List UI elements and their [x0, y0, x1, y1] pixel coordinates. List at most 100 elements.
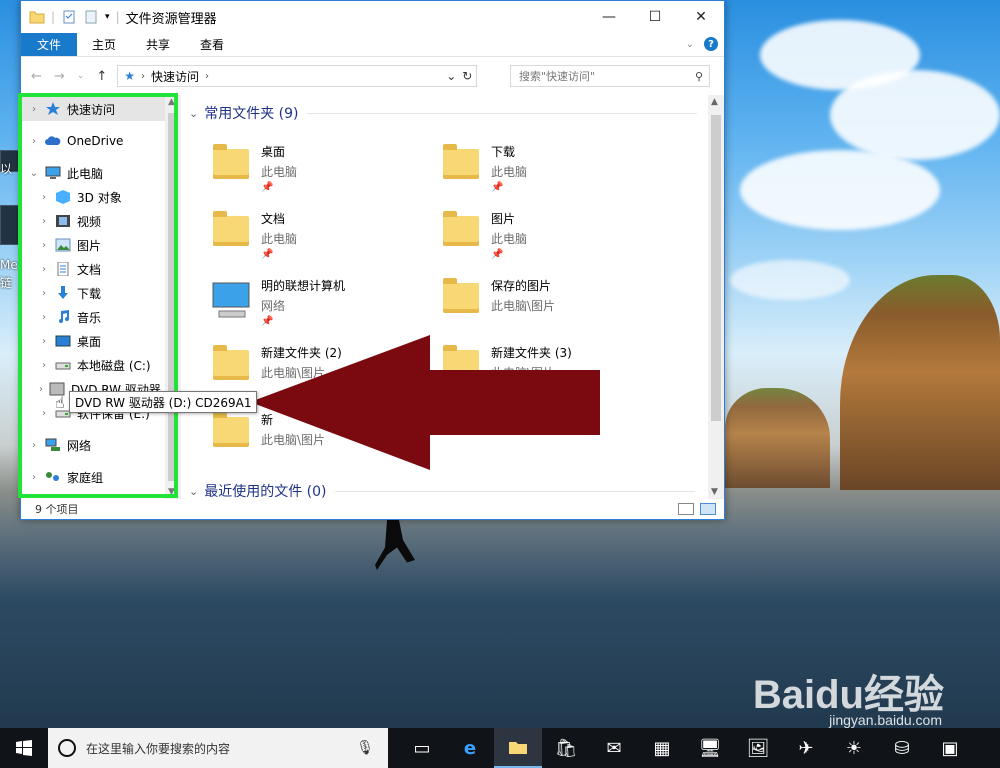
window-title: 文件资源管理器	[125, 11, 217, 27]
folder-location: 此电脑	[491, 232, 528, 246]
back-icon[interactable]: ←	[31, 69, 42, 84]
search-icon: ⚲	[694, 69, 703, 83]
collapse-chevron-icon[interactable]: ⌄	[189, 107, 198, 120]
cortana-icon[interactable]	[58, 739, 76, 757]
properties-icon[interactable]	[61, 10, 77, 24]
tab-view[interactable]: 查看	[185, 33, 239, 56]
store-icon[interactable]: 🛍	[542, 728, 590, 768]
folder-name: 保存的图片	[491, 279, 552, 293]
up-icon[interactable]: ↑	[96, 69, 107, 84]
folder-tile[interactable]: 明的联想计算机 网络 📌	[199, 273, 419, 333]
maximize-button[interactable]: ☐	[632, 1, 678, 33]
folder-icon	[209, 210, 253, 254]
ribbon-tabs: 文件 主页 共享 查看 ⌄ ?	[21, 33, 724, 57]
folder-tile[interactable]: 图片此电脑 📌	[429, 206, 649, 266]
close-button[interactable]: ✕	[678, 1, 724, 33]
expand-ribbon-icon[interactable]: ⌄	[686, 39, 694, 50]
folder-icon	[439, 143, 483, 187]
folder-location: 此电脑	[261, 165, 298, 179]
large-icons-view-icon[interactable]	[700, 503, 716, 515]
star-icon: ★	[124, 69, 136, 83]
file-explorer-taskbar-icon[interactable]	[494, 728, 542, 768]
pin-icon[interactable]: 📌	[491, 182, 527, 193]
group-title: 常用文件夹 (9)	[204, 106, 299, 122]
cloud	[730, 260, 850, 300]
presentation-icon[interactable]: ▣	[926, 728, 974, 768]
taskbar-search-placeholder: 在这里输入你要搜索的内容	[86, 741, 231, 756]
windows-logo-icon	[16, 740, 32, 756]
tab-file[interactable]: 文件	[21, 33, 77, 56]
breadcrumb-separator-icon[interactable]: ›	[205, 71, 209, 82]
folder-icon	[209, 143, 253, 187]
folder-tile[interactable]: 文档此电脑 📌	[199, 206, 419, 266]
tab-share[interactable]: 共享	[131, 33, 185, 56]
address-dropdown-icon[interactable]: ⌄	[446, 69, 456, 83]
new-folder-icon[interactable]	[83, 10, 99, 24]
desktop-shortcut-label: Me	[0, 258, 18, 272]
minimize-button[interactable]: —	[586, 1, 632, 33]
collapse-chevron-icon[interactable]: ⌄	[189, 485, 198, 498]
content-scrollbar[interactable]: ▲ ▼	[708, 95, 724, 499]
edge-icon[interactable]: e	[446, 728, 494, 768]
hand-cursor-icon: ☝	[55, 393, 65, 412]
runner-silhouette	[375, 520, 415, 570]
pin-icon[interactable]: 📌	[261, 182, 297, 193]
cloud	[830, 70, 1000, 160]
refresh-icon[interactable]: ↻	[462, 69, 472, 83]
scroll-up-icon[interactable]: ▲	[711, 97, 718, 107]
tab-home[interactable]: 主页	[77, 33, 131, 56]
folder-icon	[29, 11, 45, 24]
folder-location: 网络	[261, 299, 286, 313]
desktop-shortcut-label: 链	[0, 276, 13, 290]
folder-location: 此电脑\图片	[491, 299, 556, 313]
folder-name: 桌面	[261, 145, 286, 159]
paint-icon[interactable]: 🖼	[734, 728, 782, 768]
folder-name: 文档	[261, 212, 286, 226]
taskbar: 在这里输入你要搜索的内容 🎙 ▭ e 🛍 ✉ ▦ 🖥 🖼 ✈ ☀ ⛁ ▣	[0, 728, 1000, 768]
desktop-shortcut-label: 以	[0, 162, 13, 176]
forward-icon[interactable]: →	[54, 69, 65, 84]
pin-icon[interactable]: 📌	[491, 249, 527, 260]
folder-name: 图片	[491, 212, 516, 226]
folder-location: 此电脑	[491, 165, 528, 179]
folder-tile[interactable]: 保存的图片此电脑\图片	[429, 273, 649, 333]
folder-icon	[209, 411, 253, 455]
pin-icon[interactable]: 📌	[261, 249, 297, 260]
content-scroll-thumb[interactable]	[711, 115, 721, 421]
pin-icon[interactable]: 📌	[261, 316, 345, 327]
arrow-shape	[250, 335, 600, 470]
folder-location: 此电脑	[261, 232, 298, 246]
game-icon[interactable]: ✈	[782, 728, 830, 768]
folder-name: 下载	[491, 145, 516, 159]
highlight-box	[18, 93, 178, 498]
group-header-frequent[interactable]: ⌄ 常用文件夹 (9)	[189, 103, 697, 123]
folder-tile[interactable]: 桌面此电脑 📌	[199, 139, 419, 199]
task-view-icon[interactable]: ▭	[398, 728, 446, 768]
details-view-icon[interactable]	[678, 503, 694, 515]
mail-icon[interactable]: ✉	[590, 728, 638, 768]
folder-tile[interactable]: 下载此电脑 📌	[429, 139, 649, 199]
start-button[interactable]	[0, 728, 48, 768]
breadcrumb-quick-access[interactable]: 快速访问	[151, 68, 199, 85]
folder-icon	[439, 210, 483, 254]
quick-access-dropdown-icon[interactable]: ▾	[105, 12, 110, 22]
address-bar[interactable]: ★ › 快速访问 › ⌄ ↻	[117, 65, 478, 87]
search-placeholder: 搜索"快速访问"	[519, 70, 596, 83]
scroll-down-icon[interactable]: ▼	[711, 487, 718, 497]
calculator-icon[interactable]: ▦	[638, 728, 686, 768]
taskbar-search-box[interactable]: 在这里输入你要搜索的内容 🎙	[48, 728, 388, 768]
breadcrumb-separator-icon[interactable]: ›	[141, 71, 145, 82]
title-bar[interactable]: | ▾ | 文件资源管理器 — ☐ ✕	[21, 1, 724, 33]
pointer-arrow	[250, 335, 600, 470]
rock-formation	[725, 388, 830, 488]
weather-icon[interactable]: ☀	[830, 728, 878, 768]
group-title: 最近使用的文件 (0)	[204, 484, 327, 500]
address-bar-row: ← → ⌄ ↑ ★ › 快速访问 › ⌄ ↻ 搜索"快速访问" ⚲	[21, 57, 724, 95]
network-tool-icon[interactable]: ⛁	[878, 728, 926, 768]
microphone-icon[interactable]: 🎙	[356, 740, 374, 756]
search-input[interactable]: 搜索"快速访问" ⚲	[510, 65, 710, 87]
recent-locations-icon[interactable]: ⌄	[77, 71, 85, 81]
remote-desktop-icon[interactable]: 🖥	[686, 728, 734, 768]
group-header-recent[interactable]: ⌄ 最近使用的文件 (0)	[189, 481, 695, 501]
help-icon[interactable]: ?	[704, 37, 718, 51]
